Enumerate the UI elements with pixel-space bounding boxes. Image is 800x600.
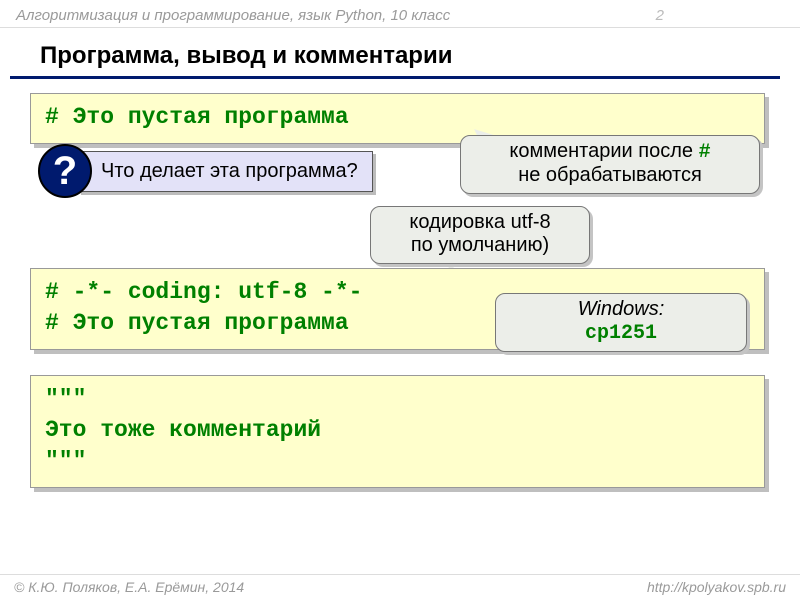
question-text: Что делает эта программа?	[78, 151, 373, 192]
code-line: """	[45, 384, 750, 415]
callout-line: по умолчанию)	[411, 234, 549, 256]
slide-header: Алгоритмизация и программирование, язык …	[0, 0, 800, 28]
slide-title: Программа, вывод и комментарии	[10, 28, 780, 79]
slide-footer: © К.Ю. Поляков, Е.А. Ерёмин, 2014 http:/…	[0, 574, 800, 600]
code-line: Это тоже комментарий	[45, 415, 750, 446]
callout-windows-encoding: Windows: cp1251	[495, 293, 747, 352]
callout-encoding: кодировка utf-8 по умолчанию)	[370, 206, 590, 264]
code-box-3: """ Это тоже комментарий """	[30, 375, 765, 488]
windows-label: Windows:	[578, 298, 665, 320]
callout-text: комментарии после	[509, 140, 698, 162]
page-number: 2	[656, 7, 664, 24]
callout-line: кодировка utf-8	[409, 211, 550, 233]
question-mark-icon: ?	[38, 144, 92, 198]
callout-comments-after-hash: комментарии после # не обрабатываются	[460, 135, 760, 194]
code-line: """	[45, 446, 750, 477]
footer-copyright: © К.Ю. Поляков, Е.А. Ерёмин, 2014	[14, 579, 244, 600]
windows-encoding: cp1251	[585, 322, 657, 345]
question-block: ? Что делает эта программа?	[38, 144, 373, 198]
code-box-3-wrap: """ Это тоже комментарий """	[30, 375, 765, 506]
code-line: # Это пустая программа	[45, 102, 750, 133]
hash-symbol: #	[699, 141, 711, 164]
footer-url: http://kpolyakov.spb.ru	[647, 579, 786, 600]
header-subject: Алгоритмизация и программирование, язык …	[16, 7, 450, 24]
callout-text: не обрабатываются	[518, 164, 702, 186]
